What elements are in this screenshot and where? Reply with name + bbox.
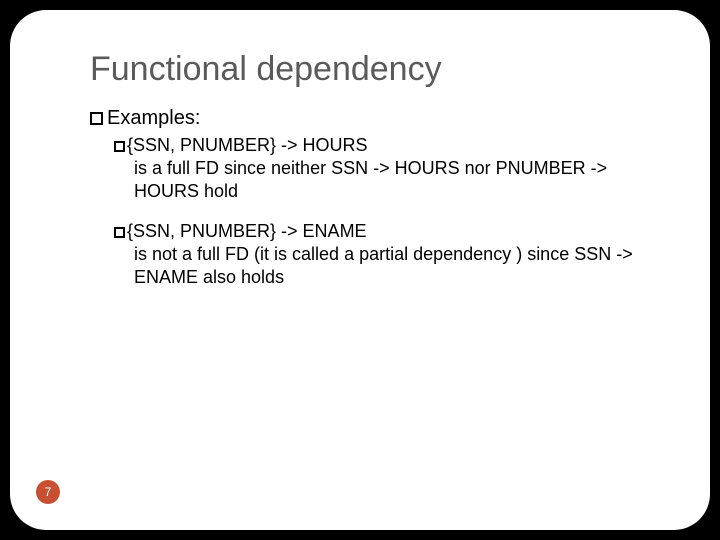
slide: Functional dependency Examples: {SSN, PN…	[10, 10, 710, 530]
square-bullet-icon	[114, 141, 125, 152]
slide-title: Functional dependency	[90, 50, 660, 89]
page-number-badge: 7	[36, 480, 60, 504]
square-bullet-icon	[90, 112, 103, 125]
example-desc: is not a full FD (it is called a partial…	[134, 243, 660, 288]
example-fd: {SSN, PNUMBER} -> HOURS	[127, 135, 368, 155]
example-desc: is a full FD since neither SSN -> HOURS …	[134, 157, 660, 202]
example-item: {SSN, PNUMBER} -> HOURS is a full FD sin…	[114, 134, 660, 202]
examples-heading: Examples:	[90, 107, 660, 130]
examples-label: Examples:	[107, 107, 200, 129]
example-item: {SSN, PNUMBER} -> ENAME is not a full FD…	[114, 220, 660, 288]
example-fd: {SSN, PNUMBER} -> ENAME	[127, 221, 367, 241]
square-bullet-icon	[114, 227, 125, 238]
